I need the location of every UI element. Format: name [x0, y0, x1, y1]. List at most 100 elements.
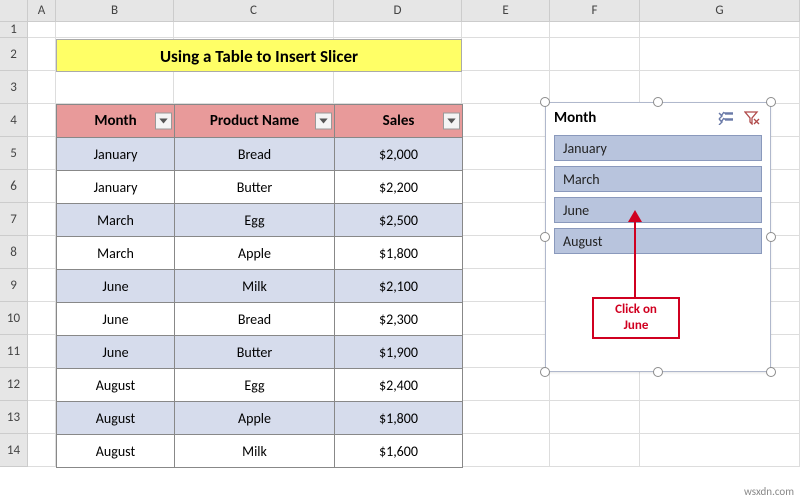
table-row[interactable]: AugustMilk$1,600: [57, 435, 463, 468]
table-cell-product[interactable]: Butter: [175, 171, 335, 204]
col-header-a[interactable]: A: [28, 0, 56, 22]
table-cell-product[interactable]: Apple: [175, 402, 335, 435]
header-sales[interactable]: Sales: [335, 105, 463, 138]
watermark: wsxdn.com: [744, 485, 794, 498]
table-cell-month[interactable]: August: [57, 402, 175, 435]
page-title-banner: Using a Table to Insert Slicer: [56, 39, 462, 72]
table-row[interactable]: JuneMilk$2,100: [57, 270, 463, 303]
row-header-4[interactable]: 4: [0, 104, 28, 137]
table-row[interactable]: JuneButter$1,900: [57, 336, 463, 369]
table-cell-sales[interactable]: $2,000: [335, 138, 463, 171]
col-header-g[interactable]: G: [640, 0, 800, 22]
header-sales-label: Sales: [383, 112, 415, 130]
col-header-f[interactable]: F: [550, 0, 640, 22]
col-header-b[interactable]: B: [56, 0, 174, 22]
slicer-item-january[interactable]: January: [554, 135, 762, 161]
row-header-13[interactable]: 13: [0, 401, 28, 434]
table-row[interactable]: AugustEgg$2,400: [57, 369, 463, 402]
data-table: Month Product Name Sales: [56, 104, 463, 468]
table-cell-sales[interactable]: $1,800: [335, 402, 463, 435]
table-cell-product[interactable]: Bread: [175, 303, 335, 336]
table-cell-month[interactable]: January: [57, 171, 175, 204]
table-cell-month[interactable]: March: [57, 204, 175, 237]
table-cell-sales[interactable]: $2,300: [335, 303, 463, 336]
table-cell-month[interactable]: March: [57, 237, 175, 270]
chevron-down-icon: [447, 119, 456, 124]
header-product[interactable]: Product Name: [175, 105, 335, 138]
row-header-12[interactable]: 12: [0, 368, 28, 401]
resize-handle-bl[interactable]: [540, 367, 550, 377]
slicer-list: January March June August: [546, 133, 770, 261]
filter-button-product[interactable]: [315, 113, 332, 130]
row-header-6[interactable]: 6: [0, 170, 28, 203]
resize-handle-tl[interactable]: [540, 97, 550, 107]
table-cell-sales[interactable]: $2,200: [335, 171, 463, 204]
row-headers: 1 2 3 4 5 6 7 8 9 10 11 12 13 14: [0, 22, 28, 467]
table-cell-product[interactable]: Egg: [175, 204, 335, 237]
table-cell-product[interactable]: Milk: [175, 435, 335, 468]
header-month[interactable]: Month: [57, 105, 175, 138]
row-header-3[interactable]: 3: [0, 71, 28, 104]
table-cell-product[interactable]: Bread: [175, 138, 335, 171]
table-row[interactable]: MarchApple$1,800: [57, 237, 463, 270]
clear-filter-icon[interactable]: [742, 109, 762, 127]
table-cell-month[interactable]: August: [57, 435, 175, 468]
column-headers: A B C D E F G: [0, 0, 800, 22]
row-header-8[interactable]: 8: [0, 236, 28, 269]
table-cell-product[interactable]: Milk: [175, 270, 335, 303]
slicer-title: Month: [554, 109, 596, 127]
row-header-2[interactable]: 2: [0, 38, 28, 71]
table-cell-sales[interactable]: $1,900: [335, 336, 463, 369]
table-cell-sales[interactable]: $2,400: [335, 369, 463, 402]
resize-handle-tr[interactable]: [766, 97, 776, 107]
resize-handle-t[interactable]: [653, 97, 663, 107]
table-row[interactable]: JanuaryBread$2,000: [57, 138, 463, 171]
row-header-9[interactable]: 9: [0, 269, 28, 302]
col-header-e[interactable]: E: [462, 0, 550, 22]
filter-button-sales[interactable]: [443, 113, 460, 130]
table-cell-product[interactable]: Egg: [175, 369, 335, 402]
slicer-item-august[interactable]: August: [554, 228, 762, 254]
resize-handle-l[interactable]: [540, 232, 550, 242]
resize-handle-b[interactable]: [653, 367, 663, 377]
row-header-11[interactable]: 11: [0, 335, 28, 368]
table-cell-product[interactable]: Apple: [175, 237, 335, 270]
corner-cell[interactable]: [0, 0, 28, 22]
table-cell-month[interactable]: June: [57, 303, 175, 336]
row-header-5[interactable]: 5: [0, 137, 28, 170]
slicer-actions: [716, 109, 762, 127]
resize-handle-r[interactable]: [766, 232, 776, 242]
row-header-10[interactable]: 10: [0, 302, 28, 335]
slicer-item-march[interactable]: March: [554, 166, 762, 192]
table-cell-sales[interactable]: $2,100: [335, 270, 463, 303]
multi-select-icon[interactable]: [716, 109, 736, 127]
callout-box: Click on June: [592, 297, 680, 339]
table-cell-month[interactable]: January: [57, 138, 175, 171]
table-cell-month[interactable]: August: [57, 369, 175, 402]
table-cell-sales[interactable]: $1,800: [335, 237, 463, 270]
table-cell-product[interactable]: Butter: [175, 336, 335, 369]
row-header-7[interactable]: 7: [0, 203, 28, 236]
callout-arrow-line: [634, 216, 636, 298]
row-header-1[interactable]: 1: [0, 22, 28, 38]
table-row[interactable]: JuneBread$2,300: [57, 303, 463, 336]
col-header-c[interactable]: C: [174, 0, 334, 22]
table-cell-sales[interactable]: $1,600: [335, 435, 463, 468]
table-cell-month[interactable]: June: [57, 336, 175, 369]
chevron-down-icon: [159, 119, 168, 124]
header-month-label: Month: [94, 112, 136, 130]
filter-button-month[interactable]: [155, 113, 172, 130]
table-cell-month[interactable]: June: [57, 270, 175, 303]
spreadsheet-grid: A B C D E F G 1 2 3 4 5 6 7 8 9 10 11 12…: [0, 0, 800, 502]
col-header-d[interactable]: D: [334, 0, 462, 22]
table-row[interactable]: MarchEgg$2,500: [57, 204, 463, 237]
table-row[interactable]: JanuaryButter$2,200: [57, 171, 463, 204]
table-cell-sales[interactable]: $2,500: [335, 204, 463, 237]
header-product-label: Product Name: [210, 112, 299, 130]
row-header-14[interactable]: 14: [0, 434, 28, 467]
resize-handle-br[interactable]: [766, 367, 776, 377]
chevron-down-icon: [319, 119, 328, 124]
table-row[interactable]: AugustApple$1,800: [57, 402, 463, 435]
slicer-item-june[interactable]: June: [554, 197, 762, 223]
slicer-header: Month: [546, 103, 770, 133]
